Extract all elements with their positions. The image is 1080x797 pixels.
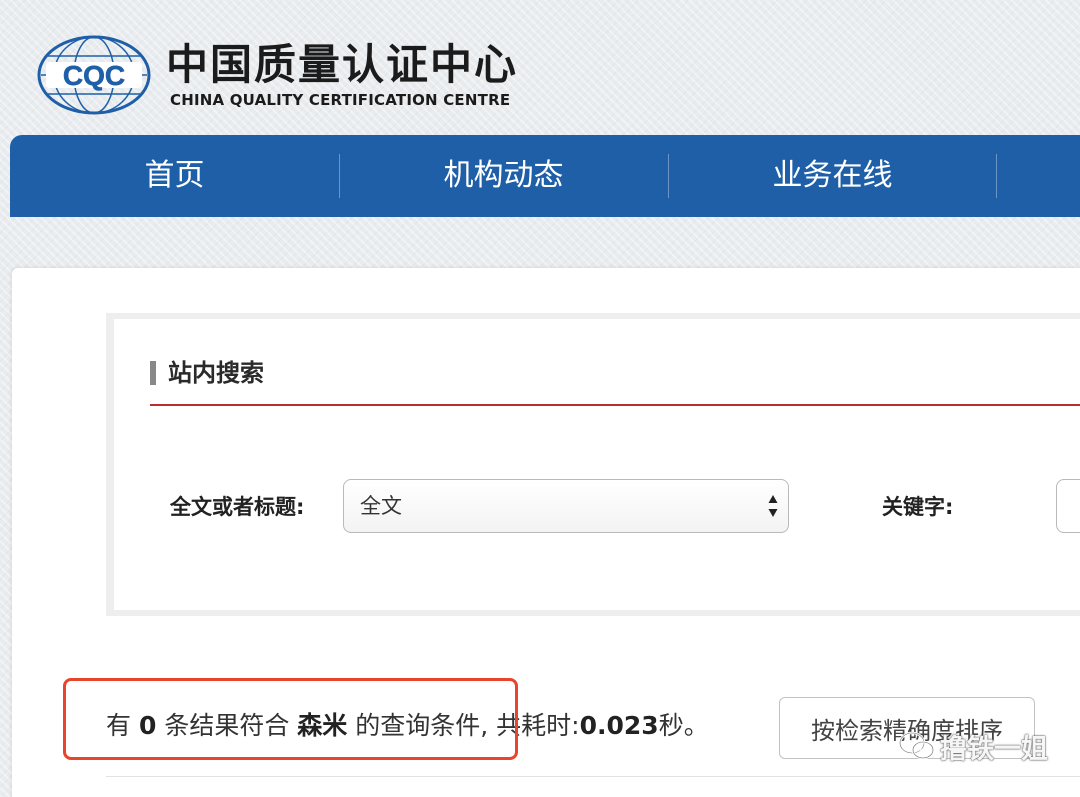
main-nav: 首页 机构动态 业务在线 [10, 135, 1080, 217]
cqc-logo-icon[interactable]: CQC [36, 34, 152, 116]
results-time-label: 共耗时: [496, 711, 580, 740]
watermark: 撸铁一姐 [898, 726, 1048, 766]
results-prefix: 有 [106, 711, 132, 740]
scope-select-value: 全文 [360, 494, 402, 518]
section-divider [150, 404, 1080, 406]
select-updown-arrows-icon [768, 495, 778, 517]
results-divider [106, 776, 1080, 777]
results-suffix: 的查询条件, [355, 711, 489, 740]
results-time-unit: 秒。 [658, 711, 709, 740]
nav-item-business[interactable]: 业务在线 [668, 135, 997, 217]
wechat-icon [898, 731, 935, 760]
section-title: 站内搜索 [168, 359, 264, 387]
site-subtitle: CHINA QUALITY CERTIFICATION CENTRE [170, 91, 511, 109]
scope-label: 全文或者标题: [170, 495, 305, 519]
keyword-label: 关键字: [882, 495, 954, 519]
results-query: 森米 [297, 711, 348, 740]
nav-item-home[interactable]: 首页 [10, 135, 339, 217]
nav-item-news[interactable]: 机构动态 [339, 135, 668, 217]
search-panel-inner: 站内搜索 全文或者标题: 全文 关键字: [114, 319, 1080, 610]
content-panel: 站内搜索 全文或者标题: 全文 关键字: 有 0 条结果符合 森米 的查询条件,… [12, 268, 1080, 797]
logo-text: CQC [63, 60, 125, 91]
results-middle: 条结果符合 [164, 711, 290, 740]
keyword-input[interactable] [1056, 479, 1080, 533]
results-time-value: 0.023 [579, 711, 659, 740]
scope-select[interactable]: 全文 [343, 479, 789, 533]
site-title: 中国质量认证中心 [166, 40, 519, 89]
results-count: 0 [138, 711, 157, 740]
watermark-text: 撸铁一姐 [940, 733, 1048, 765]
search-panel: 站内搜索 全文或者标题: 全文 关键字: [106, 313, 1080, 616]
results-summary: 有 0 条结果符合 森米 的查询条件, 共耗时:0.023秒。 [106, 708, 709, 744]
